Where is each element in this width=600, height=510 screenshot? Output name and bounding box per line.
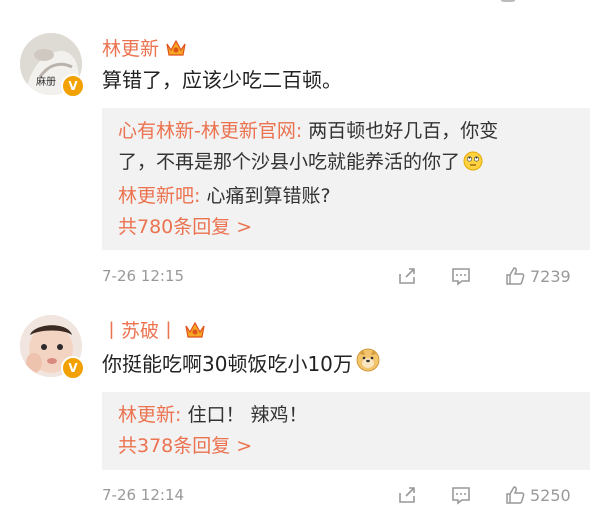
- crown-badge-icon: [165, 38, 187, 58]
- reply-username[interactable]: 心有林新-林更新官网:: [118, 120, 302, 142]
- verified-v-icon: V: [61, 356, 85, 380]
- comment-text: 算错了，应该少吃二百顿。: [102, 68, 342, 92]
- reply-text: 住口！ 辣鸡！: [181, 404, 308, 426]
- comment-icon: [452, 268, 470, 286]
- crown-badge-icon: [184, 320, 206, 340]
- top-partial-actions: [500, 0, 590, 4]
- comment-button[interactable]: [450, 265, 472, 287]
- comment-text: 你挺能吃啊30顿饭吃小10万: [102, 348, 380, 377]
- share-button[interactable]: [396, 265, 418, 287]
- like-count: 5250: [530, 485, 571, 505]
- share-button[interactable]: [396, 484, 418, 506]
- avatar-caption: 麻册: [36, 77, 56, 88]
- reply-box[interactable]: 心有林新-林更新官网: 两百顿也好几百，你变 了，不再是那个沙县小吃就能养活的你…: [102, 108, 590, 250]
- like-icon: [506, 267, 525, 285]
- reply-line: 了，不再是那个沙县小吃就能养活的你了: [118, 147, 574, 181]
- verified-v-icon: V: [61, 74, 85, 98]
- share-icon: [399, 268, 415, 284]
- share-icon: [399, 487, 415, 503]
- reply-line: 林更新吧: 心痛到算错账?: [118, 181, 574, 212]
- comment-icon: [452, 487, 470, 505]
- reply-line: 林更新: 住口！ 辣鸡！: [118, 400, 574, 431]
- comment-time: 7-26 12:14: [102, 486, 185, 504]
- like-count: 7239: [530, 266, 571, 286]
- reply-text: 心痛到算错账?: [200, 185, 331, 207]
- reply-text: 了，不再是那个沙县小吃就能养活的你了: [118, 151, 461, 173]
- comment-meta: 7-26 12:15 7239: [102, 265, 590, 289]
- reply-line: 心有林新-林更新官网: 两百顿也好几百，你变: [118, 116, 574, 147]
- emoji-doge-icon: [356, 348, 380, 377]
- reply-text: 两百顿也好几百，你变: [302, 120, 499, 142]
- comment-author[interactable]: 丨苏破丨: [102, 316, 206, 343]
- comment-button[interactable]: [450, 484, 472, 506]
- emoji-roll-eyes-icon: [463, 150, 483, 181]
- reply-box[interactable]: 林更新: 住口！ 辣鸡！ 共378条回复 >: [102, 392, 590, 470]
- comment-author[interactable]: 林更新: [102, 34, 187, 61]
- reply-username[interactable]: 林更新:: [118, 404, 181, 426]
- like-button[interactable]: 7239: [504, 265, 571, 287]
- avatar[interactable]: V: [20, 315, 85, 380]
- comment-time: 7-26 12:15: [102, 267, 185, 285]
- avatar[interactable]: 麻册 V: [20, 33, 85, 98]
- more-replies-link[interactable]: 共780条回复 >: [118, 212, 574, 243]
- reply-username[interactable]: 林更新吧:: [118, 185, 200, 207]
- more-replies-link[interactable]: 共378条回复 >: [118, 431, 574, 462]
- like-button[interactable]: 5250: [504, 484, 571, 506]
- comment-meta: 7-26 12:14 5250: [102, 484, 590, 508]
- like-icon: [506, 486, 525, 504]
